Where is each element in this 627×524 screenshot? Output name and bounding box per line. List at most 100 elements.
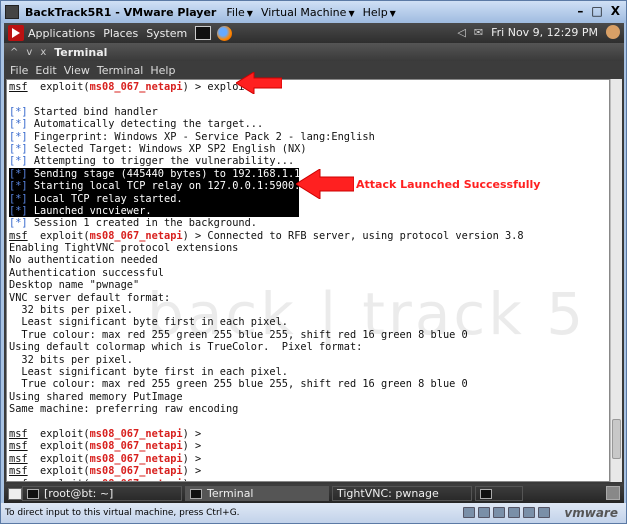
terminal-icon bbox=[27, 488, 39, 499]
terminal-line: msf exploit(ms08_067_netapi) > bbox=[9, 428, 609, 440]
prompt-command: > bbox=[188, 452, 202, 465]
taskbar-item-root-terminal[interactable]: [root@bt: ~] bbox=[22, 486, 182, 501]
menu-virtual-machine[interactable]: Virtual Machine ▼ bbox=[261, 6, 355, 19]
status-hint: To direct input to this virtual machine,… bbox=[5, 508, 240, 518]
chevron-down-icon: ▼ bbox=[389, 8, 396, 18]
terminal-icon[interactable] bbox=[195, 26, 212, 40]
annotation-label: Attack Launched Successfully bbox=[356, 178, 541, 191]
vmware-app-icon bbox=[5, 5, 19, 19]
terminal-icon bbox=[190, 488, 202, 499]
terminal-line: True colour: max red 255 green 255 blue … bbox=[9, 328, 468, 341]
prompt-msf: msf bbox=[9, 427, 28, 440]
guest-desktop: Applications Places System ◁ ✉ Fri Nov 9… bbox=[4, 23, 624, 503]
terminal-line: No authentication needed bbox=[9, 254, 158, 267]
maximize-button[interactable]: □ bbox=[591, 4, 602, 18]
vmware-statusbar: To direct input to this virtual machine,… bbox=[1, 503, 626, 523]
prompt-module: ms08_067_netapi bbox=[89, 427, 183, 440]
prompt-command: > bbox=[189, 478, 201, 482]
close-icon[interactable]: x bbox=[40, 47, 46, 58]
terminal-line: msf exploit(ms08_067_netapi) > bbox=[9, 453, 609, 465]
usb-icon[interactable] bbox=[508, 507, 520, 518]
term-menu-help[interactable]: Help bbox=[150, 64, 175, 77]
terminal-line: Using default colormap which is TrueColo… bbox=[9, 341, 363, 354]
line-text: Fingerprint: Windows XP - Service Pack 2… bbox=[33, 130, 375, 143]
terminal-line: [*] Session 1 created in the background. bbox=[9, 217, 609, 229]
vmware-logo: vmware bbox=[564, 506, 618, 520]
prompt-msf: msf bbox=[9, 452, 28, 465]
network-icon[interactable] bbox=[493, 507, 505, 518]
prompt-command: > Connected to RFB server, using protoco… bbox=[188, 229, 524, 242]
taskbar-item-terminal[interactable]: Terminal bbox=[185, 486, 329, 501]
close-button[interactable]: X bbox=[611, 4, 620, 18]
prompt-exploit: exploit( bbox=[27, 452, 90, 465]
prompt-module: ms08_067_netapi bbox=[89, 81, 183, 93]
trash-icon[interactable] bbox=[606, 486, 620, 500]
prompt-module: ms08_067_netapi bbox=[89, 465, 183, 478]
mail-icon[interactable]: ✉ bbox=[474, 26, 483, 39]
scrollbar-thumb[interactable] bbox=[612, 419, 621, 459]
prompt-msf: msf bbox=[9, 478, 28, 482]
vmware-window: BackTrack5R1 - VMware Player File ▼ Virtu… bbox=[0, 0, 627, 524]
speaker-icon[interactable]: ◁ bbox=[457, 26, 465, 39]
terminal-output[interactable]: back | track 5 msf exploit(ms08_067_neta… bbox=[6, 79, 610, 482]
status-marker: [*] bbox=[9, 167, 28, 180]
terminal-titlebar: ^ v x Terminal bbox=[4, 43, 624, 61]
window-controls: – □ X bbox=[577, 4, 620, 18]
term-menu-edit[interactable]: Edit bbox=[35, 64, 56, 77]
menu-help[interactable]: Help ▼ bbox=[363, 6, 396, 19]
terminal-menubar: File Edit View Terminal Help bbox=[4, 61, 624, 79]
chevron-down-icon: ▼ bbox=[246, 8, 253, 18]
cdrom-icon[interactable] bbox=[478, 507, 490, 518]
prompt-command: > bbox=[188, 427, 202, 440]
prompt-module: ms08_067_netapi bbox=[90, 478, 183, 482]
prompt-command: > bbox=[188, 440, 202, 453]
show-desktop-icon[interactable] bbox=[8, 487, 22, 500]
printer-icon[interactable] bbox=[538, 507, 550, 518]
terminal-line: Using shared memory PutImage bbox=[9, 390, 183, 403]
prompt-module: ms08_067_netapi bbox=[89, 440, 183, 453]
chevron-up-icon[interactable]: ^ bbox=[10, 47, 18, 58]
line-text: Selected Target: Windows XP SP2 English … bbox=[33, 142, 307, 155]
minimize-button[interactable]: – bbox=[577, 4, 583, 18]
terminal-line: Same machine: preferring raw encoding bbox=[9, 403, 239, 416]
line-text: Starting local TCP relay on 127.0.0.1:59… bbox=[33, 180, 313, 193]
hdd-icon[interactable] bbox=[463, 507, 475, 518]
prompt-exploit: exploit( bbox=[27, 427, 90, 440]
menu-places[interactable]: Places bbox=[103, 27, 138, 40]
gnome-bottom-panel: [root@bt: ~] Terminal TightVNC: pwnage bbox=[4, 484, 624, 503]
terminal-line: VNC server default format: bbox=[9, 291, 171, 304]
status-marker: [*] bbox=[9, 192, 28, 205]
taskbar-item-tightvnc[interactable]: TightVNC: pwnage bbox=[332, 486, 472, 501]
menu-file[interactable]: File ▼ bbox=[226, 6, 253, 19]
term-menu-file[interactable]: File bbox=[10, 64, 28, 77]
terminal-line: 32 bits per pixel. bbox=[9, 304, 133, 317]
term-menu-terminal[interactable]: Terminal bbox=[97, 64, 144, 77]
clock[interactable]: Fri Nov 9, 12:29 PM bbox=[491, 26, 598, 39]
user-icon[interactable] bbox=[606, 25, 620, 39]
sound-icon[interactable] bbox=[523, 507, 535, 518]
terminal-line: True colour: max red 255 green 255 blue … bbox=[9, 378, 468, 391]
terminal-line: Least significant byte first in each pix… bbox=[9, 365, 288, 378]
prompt-command: > bbox=[188, 465, 202, 478]
taskbar-item-blank[interactable] bbox=[475, 486, 523, 501]
term-menu-view[interactable]: View bbox=[64, 64, 90, 77]
chevron-down-icon[interactable]: v bbox=[26, 47, 32, 58]
menu-system[interactable]: System bbox=[146, 27, 187, 40]
firefox-icon[interactable] bbox=[217, 25, 233, 41]
terminal-scrollbar[interactable] bbox=[610, 79, 622, 482]
prompt-exploit: exploit( bbox=[28, 478, 90, 482]
menu-applications[interactable]: Applications bbox=[28, 27, 95, 40]
status-marker: [*] bbox=[9, 118, 28, 131]
annotation-arrow-exploit bbox=[236, 72, 282, 94]
terminal-line: [*] Fingerprint: Windows XP - Service Pa… bbox=[9, 131, 609, 143]
backtrack-icon[interactable] bbox=[8, 25, 24, 41]
line-text: Attempting to trigger the vulnerability.… bbox=[33, 155, 295, 168]
terminal-line: Authentication successful bbox=[9, 266, 164, 279]
terminal-line: msf exploit(ms08_067_netapi) > bbox=[9, 440, 609, 452]
terminal-line: Desktop name "pwnage" bbox=[9, 279, 140, 292]
line-text: Started bind handler bbox=[33, 105, 158, 118]
status-marker: [*] bbox=[9, 204, 28, 217]
status-marker: [*] bbox=[9, 155, 28, 168]
status-marker: [*] bbox=[9, 180, 28, 193]
